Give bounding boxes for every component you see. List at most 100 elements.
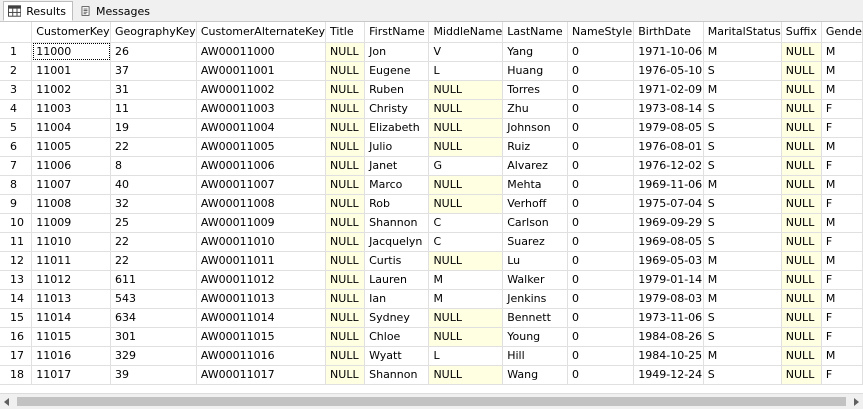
cell-suffix[interactable]: NULL [781,289,822,309]
cell-title[interactable]: NULL [325,232,366,252]
cell-geographykey[interactable]: 22 [110,251,197,271]
cell-gende[interactable]: M [821,61,863,81]
column-header-firstname[interactable]: FirstName [364,22,430,43]
row-number[interactable]: 2 [0,61,33,81]
cell-customeralternatekey[interactable]: AW00011004 [196,118,327,138]
cell-geographykey[interactable]: 634 [110,308,197,328]
column-header-geographykey[interactable]: GeographyKey [110,22,197,43]
cell-customerkey[interactable]: 11006 [31,156,112,176]
cell-lastname[interactable]: Hill [502,346,569,366]
cell-namestyle[interactable]: 0 [567,213,635,233]
cell-maritalstatus[interactable]: S [703,308,782,328]
cell-title[interactable]: NULL [325,327,366,347]
cell-gende[interactable]: F [821,308,863,328]
cell-birthdate[interactable]: 1969-05-03 [633,251,704,271]
cell-firstname[interactable]: Sydney [364,308,430,328]
cell-customerkey[interactable]: 11009 [31,213,112,233]
cell-suffix[interactable]: NULL [781,118,822,138]
cell-suffix[interactable]: NULL [781,137,822,157]
cell-namestyle[interactable]: 0 [567,308,635,328]
cell-geographykey[interactable]: 611 [110,270,197,290]
cell-gende[interactable]: M [821,137,863,157]
cell-gende[interactable]: M [821,346,863,366]
horizontal-scrollbar[interactable] [0,393,863,409]
cell-suffix[interactable]: NULL [781,42,822,62]
cell-suffix[interactable]: NULL [781,251,822,271]
cell-customerkey[interactable]: 11011 [31,251,112,271]
scroll-thumb[interactable] [17,397,846,406]
cell-maritalstatus[interactable]: S [703,213,782,233]
cell-firstname[interactable]: Wyatt [364,346,430,366]
cell-maritalstatus[interactable]: S [703,365,782,385]
cell-geographykey[interactable]: 8 [110,156,197,176]
column-header-middlename[interactable]: MiddleName [428,22,504,43]
cell-title[interactable]: NULL [325,118,366,138]
column-header-lastname[interactable]: LastName [502,22,569,43]
cell-maritalstatus[interactable]: S [703,137,782,157]
row-number[interactable]: 5 [0,118,33,138]
cell-customeralternatekey[interactable]: AW00011000 [196,42,327,62]
row-number[interactable]: 13 [0,270,33,290]
cell-lastname[interactable]: Bennett [502,308,569,328]
cell-maritalstatus[interactable]: M [703,270,782,290]
cell-namestyle[interactable]: 0 [567,327,635,347]
cell-title[interactable]: NULL [325,61,366,81]
cell-customeralternatekey[interactable]: AW00011014 [196,308,327,328]
cell-middlename[interactable]: NULL [428,137,504,157]
cell-geographykey[interactable]: 25 [110,213,197,233]
cell-geographykey[interactable]: 40 [110,175,197,195]
scroll-right-arrow-icon[interactable] [854,398,859,406]
cell-maritalstatus[interactable]: S [703,194,782,214]
cell-geographykey[interactable]: 301 [110,327,197,347]
cell-birthdate[interactable]: 1976-12-02 [633,156,704,176]
cell-middlename[interactable]: M [428,289,504,309]
cell-lastname[interactable]: Lu [502,251,569,271]
cell-lastname[interactable]: Zhu [502,99,569,119]
cell-geographykey[interactable]: 37 [110,61,197,81]
results-grid[interactable]: CustomerKey GeographyKey CustomerAlternate… [0,22,863,393]
cell-customeralternatekey[interactable]: AW00011017 [196,365,327,385]
cell-middlename[interactable]: NULL [428,365,504,385]
cell-lastname[interactable]: Mehta [502,175,569,195]
cell-firstname[interactable]: Ruben [364,80,430,100]
cell-suffix[interactable]: NULL [781,327,822,347]
cell-namestyle[interactable]: 0 [567,61,635,81]
cell-title[interactable]: NULL [325,80,366,100]
cell-title[interactable]: NULL [325,270,366,290]
cell-birthdate[interactable]: 1971-10-06 [633,42,704,62]
cell-namestyle[interactable]: 0 [567,251,635,271]
cell-maritalstatus[interactable]: M [703,346,782,366]
cell-gende[interactable]: M [821,289,863,309]
cell-firstname[interactable]: Curtis [364,251,430,271]
cell-customeralternatekey[interactable]: AW00011012 [196,270,327,290]
cell-lastname[interactable]: Johnson [502,118,569,138]
cell-birthdate[interactable]: 1969-08-05 [633,232,704,252]
cell-customeralternatekey[interactable]: AW00011007 [196,175,327,195]
cell-geographykey[interactable]: 19 [110,118,197,138]
cell-middlename[interactable]: L [428,346,504,366]
row-number[interactable]: 18 [0,365,33,385]
cell-gende[interactable]: F [821,118,863,138]
cell-customeralternatekey[interactable]: AW00011015 [196,327,327,347]
cell-customerkey[interactable]: 11017 [31,365,112,385]
cell-customerkey[interactable]: 11000 [31,42,112,62]
cell-firstname[interactable]: Elizabeth [364,118,430,138]
cell-gende[interactable]: M [821,42,863,62]
cell-title[interactable]: NULL [325,42,366,62]
column-header-customeralternatekey[interactable]: CustomerAlternateKey [196,22,327,43]
cell-customerkey[interactable]: 11001 [31,61,112,81]
cell-customerkey[interactable]: 11014 [31,308,112,328]
cell-customerkey[interactable]: 11010 [31,232,112,252]
cell-maritalstatus[interactable]: S [703,327,782,347]
row-number[interactable]: 1 [0,42,33,62]
cell-gende[interactable]: M [821,213,863,233]
cell-gende[interactable]: F [821,365,863,385]
cell-title[interactable]: NULL [325,156,366,176]
cell-middlename[interactable]: NULL [428,118,504,138]
cell-maritalstatus[interactable]: M [703,251,782,271]
cell-suffix[interactable]: NULL [781,80,822,100]
cell-customerkey[interactable]: 11013 [31,289,112,309]
cell-lastname[interactable]: Alvarez [502,156,569,176]
cell-middlename[interactable]: V [428,42,504,62]
cell-suffix[interactable]: NULL [781,61,822,81]
